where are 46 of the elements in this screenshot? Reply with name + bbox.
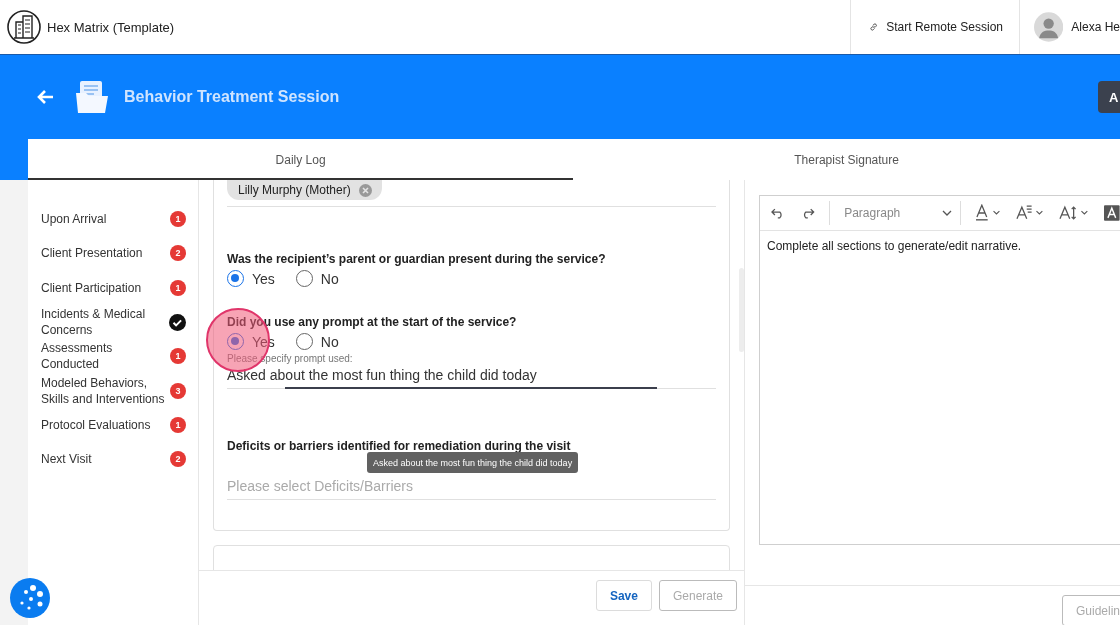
sidebar-item[interactable]: Upon Arrival — [41, 211, 165, 228]
caret-icon — [941, 210, 952, 216]
line-height-icon[interactable] — [1059, 204, 1091, 222]
sidebar-item[interactable]: Assessments Conducted — [41, 340, 165, 373]
app-title: Hex Matrix (Template) — [47, 19, 175, 35]
count-badge: 1 — [170, 211, 186, 228]
count-badge: 1 — [170, 279, 186, 296]
start-remote-session-link[interactable]: Start Remote Session — [850, 0, 1019, 54]
sidebar-item[interactable]: Client Participation — [41, 279, 165, 296]
question-label: Deficits or barriers identified for remediation during the visit — [227, 438, 572, 454]
radio-label[interactable]: No — [320, 333, 339, 350]
scrollbar[interactable] — [739, 268, 744, 352]
count-badge: 2 — [170, 245, 186, 262]
count-badge: 2 — [170, 451, 186, 468]
sidebar-item[interactable]: Incidents & Medical Concerns — [41, 306, 165, 339]
radio-label[interactable]: No — [320, 270, 339, 287]
highlight-icon[interactable] — [1104, 205, 1120, 221]
sidebar-item[interactable]: Protocol Evaluations — [41, 416, 165, 433]
cookie-settings-icon[interactable] — [9, 577, 51, 619]
action-button[interactable]: A — [1098, 81, 1120, 113]
sidebar-item[interactable]: Client Presentation — [41, 245, 165, 262]
narrative-text: Complete all sections to generate/edit narrative. — [766, 238, 1023, 255]
count-badge: 1 — [170, 416, 186, 433]
remove-icon[interactable] — [358, 183, 372, 197]
back-arrow-icon[interactable] — [36, 89, 54, 105]
question-label: Was the recipient’s parent or guardian present during the service? — [227, 251, 607, 267]
tooltip: Asked about the most fun thing the child did today — [367, 452, 579, 473]
building-logo-icon — [7, 10, 41, 44]
sidebar-item[interactable]: Next Visit — [41, 451, 165, 468]
tab[interactable]: Daily Log — [28, 139, 574, 180]
person-chip: Lilly Murphy (Mother) — [227, 180, 382, 200]
check-circle-icon — [169, 313, 186, 331]
avatar-icon[interactable] — [1034, 10, 1064, 44]
block-style-dropdown[interactable]: Paragraph — [844, 206, 952, 220]
page-title: Behavior Treatment Session — [124, 88, 340, 106]
font-size-icon[interactable] — [1015, 204, 1046, 222]
radio-label[interactable]: Yes — [252, 270, 275, 287]
count-badge: 3 — [170, 382, 186, 399]
font-color-icon[interactable] — [974, 204, 1002, 222]
tab[interactable]: Therapist Signature — [573, 139, 1120, 180]
folder-documents-icon — [74, 79, 110, 115]
sidebar-item[interactable]: Modeled Behaviors, Skills and Interventions — [41, 374, 165, 407]
link-icon — [869, 20, 879, 34]
user-name: Alexa He — [1071, 20, 1120, 34]
form-button[interactable]: Save — [595, 580, 652, 611]
count-badge: 1 — [170, 348, 186, 365]
